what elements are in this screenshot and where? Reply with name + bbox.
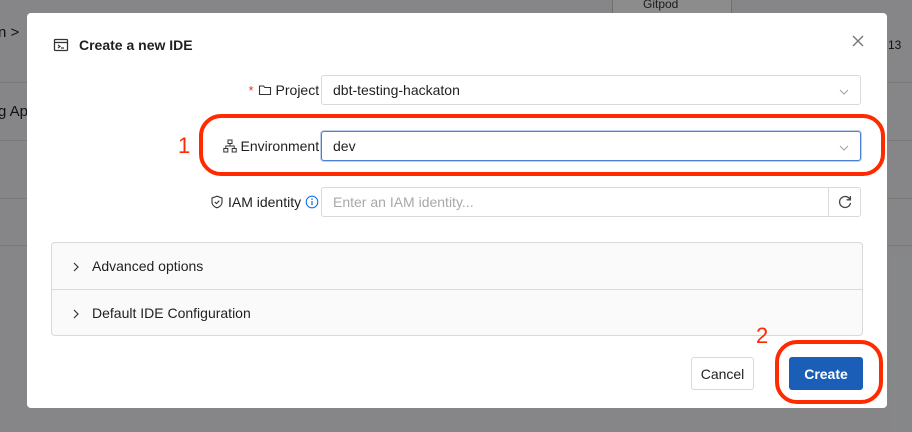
iam-identity-input[interactable]: Enter an IAM identity... (321, 187, 861, 217)
folder-icon (258, 83, 272, 97)
annotation-number-2: 2 (756, 323, 769, 348)
project-row: * Project : dbt-testing-hackaton (27, 75, 887, 105)
cancel-button[interactable]: Cancel (691, 357, 754, 390)
iam-identity-row: IAM identity : Enter an IAM identity... (27, 187, 887, 217)
modal-title: Create a new IDE (79, 37, 193, 53)
advanced-options-label: Advanced options (92, 258, 204, 274)
collapse-panels: Advanced options Default IDE Configurati… (51, 242, 863, 336)
annotation-oval-environment (199, 114, 885, 176)
iam-identity-label-text: IAM identity (227, 194, 302, 210)
chevron-right-icon (70, 260, 82, 272)
required-mark: * (248, 82, 254, 98)
close-icon[interactable] (850, 33, 866, 49)
project-select[interactable]: dbt-testing-hackaton (321, 75, 861, 105)
refresh-icon[interactable] (828, 187, 860, 217)
project-label: * Project : (248, 75, 327, 105)
modal-window-icon (53, 37, 69, 53)
default-ide-config-panel[interactable]: Default IDE Configuration (52, 289, 862, 336)
chevron-down-icon (838, 85, 850, 97)
project-select-value: dbt-testing-hackaton (333, 82, 460, 98)
info-icon[interactable] (305, 195, 319, 209)
iam-identity-placeholder: Enter an IAM identity... (333, 194, 474, 210)
shield-icon (210, 195, 224, 209)
annotation-oval-create (775, 340, 883, 404)
annotation-number-1: 1 (178, 133, 191, 158)
chevron-right-icon (70, 307, 82, 319)
iam-identity-label: IAM identity : (210, 187, 327, 217)
project-label-text: Project (275, 82, 320, 98)
default-ide-config-label: Default IDE Configuration (92, 305, 251, 321)
advanced-options-panel[interactable]: Advanced options (52, 243, 862, 289)
modal-header: Create a new IDE (53, 35, 193, 55)
